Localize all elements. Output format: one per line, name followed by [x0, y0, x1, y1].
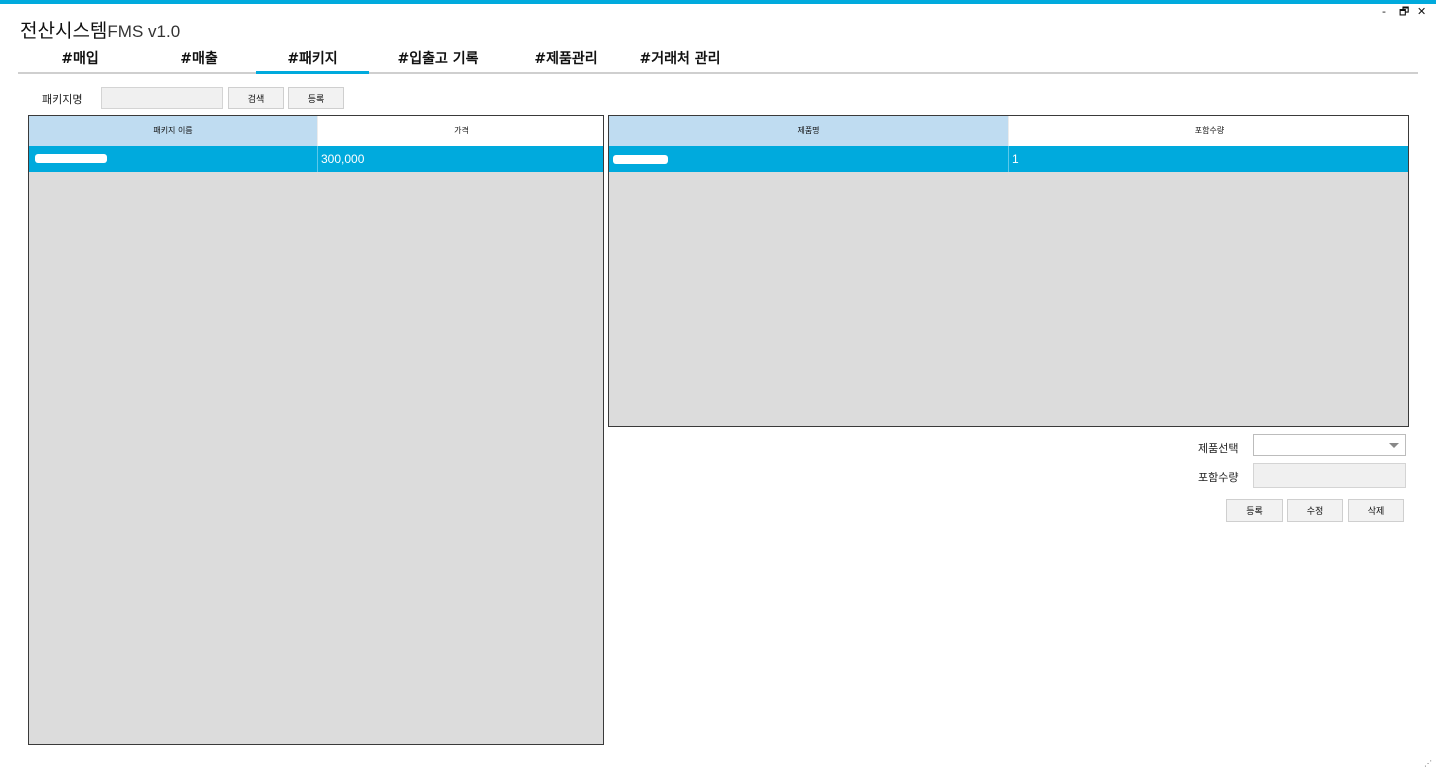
- product-name-cell[interactable]: [609, 146, 1008, 172]
- product-select-label: 제품선택: [1198, 442, 1239, 455]
- column-header-package-name[interactable]: 패키지 이름: [29, 116, 317, 146]
- edit-button[interactable]: 수정: [1287, 499, 1343, 522]
- package-price-cell[interactable]: 300,000: [317, 146, 603, 172]
- package-register-button[interactable]: 등록: [288, 87, 344, 109]
- product-select-dropdown[interactable]: [1253, 434, 1406, 456]
- tab-sales[interactable]: #매출: [142, 46, 256, 74]
- resize-grip-icon[interactable]: ⋰: [1424, 759, 1432, 768]
- app-title-main: 전산시스템: [20, 20, 108, 42]
- close-icon[interactable]: ✕: [1417, 6, 1426, 18]
- column-header-product-name[interactable]: 제품명: [609, 116, 1008, 146]
- redacted-text: [35, 154, 107, 163]
- package-grid[interactable]: 패키지 이름 가격 300,000: [28, 115, 604, 745]
- minimize-icon[interactable]: -: [1382, 6, 1386, 18]
- tab-client-management[interactable]: #거래처 관리: [630, 46, 730, 74]
- product-grid-header: 제품명 포함수량: [609, 116, 1408, 146]
- column-header-included-quantity[interactable]: 포함수량: [1008, 116, 1408, 146]
- column-header-price[interactable]: 가격: [317, 116, 603, 146]
- product-quantity-cell[interactable]: 1: [1008, 146, 1408, 172]
- restore-icon[interactable]: 🗗: [1399, 6, 1409, 18]
- package-grid-header: 패키지 이름 가격: [29, 116, 603, 146]
- included-quantity-input[interactable]: [1253, 463, 1406, 488]
- chevron-down-icon: [1389, 443, 1399, 448]
- redacted-text: [613, 155, 668, 164]
- table-row[interactable]: 1: [609, 146, 1408, 172]
- register-button[interactable]: 등록: [1226, 499, 1283, 522]
- search-button[interactable]: 검색: [228, 87, 284, 109]
- product-grid[interactable]: 제품명 포함수량 1: [608, 115, 1409, 427]
- app-title-version: FMS v1.0: [107, 22, 181, 41]
- tab-inout-records[interactable]: #입출고 기록: [380, 46, 496, 74]
- tab-purchase[interactable]: #매입: [18, 46, 142, 74]
- window-accent-bar: [0, 0, 1436, 4]
- tab-product-management[interactable]: #제품관리: [508, 46, 624, 74]
- package-name-input[interactable]: [101, 87, 223, 109]
- main-tab-bar: #매입 #매출 #패키지 #입출고 기록 #제품관리 #거래처 관리: [18, 46, 1418, 74]
- tab-package[interactable]: #패키지: [256, 46, 369, 74]
- table-row[interactable]: 300,000: [29, 146, 603, 172]
- package-name-cell[interactable]: [29, 146, 317, 172]
- package-name-label: 패키지명: [42, 93, 83, 106]
- included-quantity-label: 포함수량: [1198, 471, 1239, 484]
- app-title: 전산시스템FMS v1.0: [20, 16, 180, 43]
- delete-button[interactable]: 삭제: [1348, 499, 1404, 522]
